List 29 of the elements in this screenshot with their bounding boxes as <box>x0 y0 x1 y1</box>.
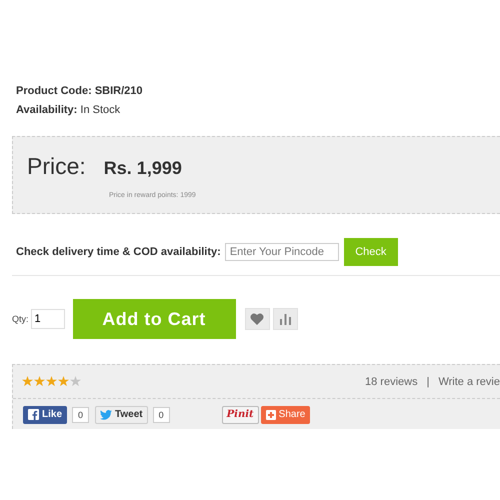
pincode-field[interactable]: Enter Your Pincode <box>224 243 339 261</box>
compare-button[interactable] <box>272 308 298 330</box>
quantity-field[interactable]: 1 <box>30 309 65 329</box>
product-code: Product Code: SBIR/210 <box>16 84 143 99</box>
heart-icon <box>250 313 264 325</box>
write-review-link[interactable]: Write a revie <box>438 376 500 388</box>
availability-text: Availability: In Stock <box>16 103 120 118</box>
facebook-icon <box>28 409 39 420</box>
star-icon <box>22 376 33 387</box>
star-icon <box>58 376 69 387</box>
share-button[interactable]: Share <box>260 406 310 424</box>
bird-icon <box>100 410 112 420</box>
bar-chart-icon <box>280 314 291 324</box>
share-count: 0 <box>72 406 90 422</box>
star-icon <box>70 376 81 387</box>
share-count: 0 <box>152 406 170 422</box>
separator-text: | <box>426 376 430 388</box>
wishlist-button[interactable] <box>244 308 270 330</box>
price-label: Price: <box>27 153 86 180</box>
quantity-label: Qty: <box>12 314 29 324</box>
star-icon <box>34 376 45 387</box>
like-button[interactable]: Like <box>23 406 68 424</box>
price-amount: Rs. 1,999 <box>104 158 182 179</box>
delivery-label: Check delivery time & COD availability: <box>16 246 221 258</box>
star-icon <box>46 376 57 387</box>
reviews-link[interactable]: 18 reviews <box>365 376 418 388</box>
pin-button[interactable]: Pinit <box>222 406 259 424</box>
tweet-button[interactable]: Tweet <box>95 406 148 424</box>
plus-icon <box>266 410 276 420</box>
